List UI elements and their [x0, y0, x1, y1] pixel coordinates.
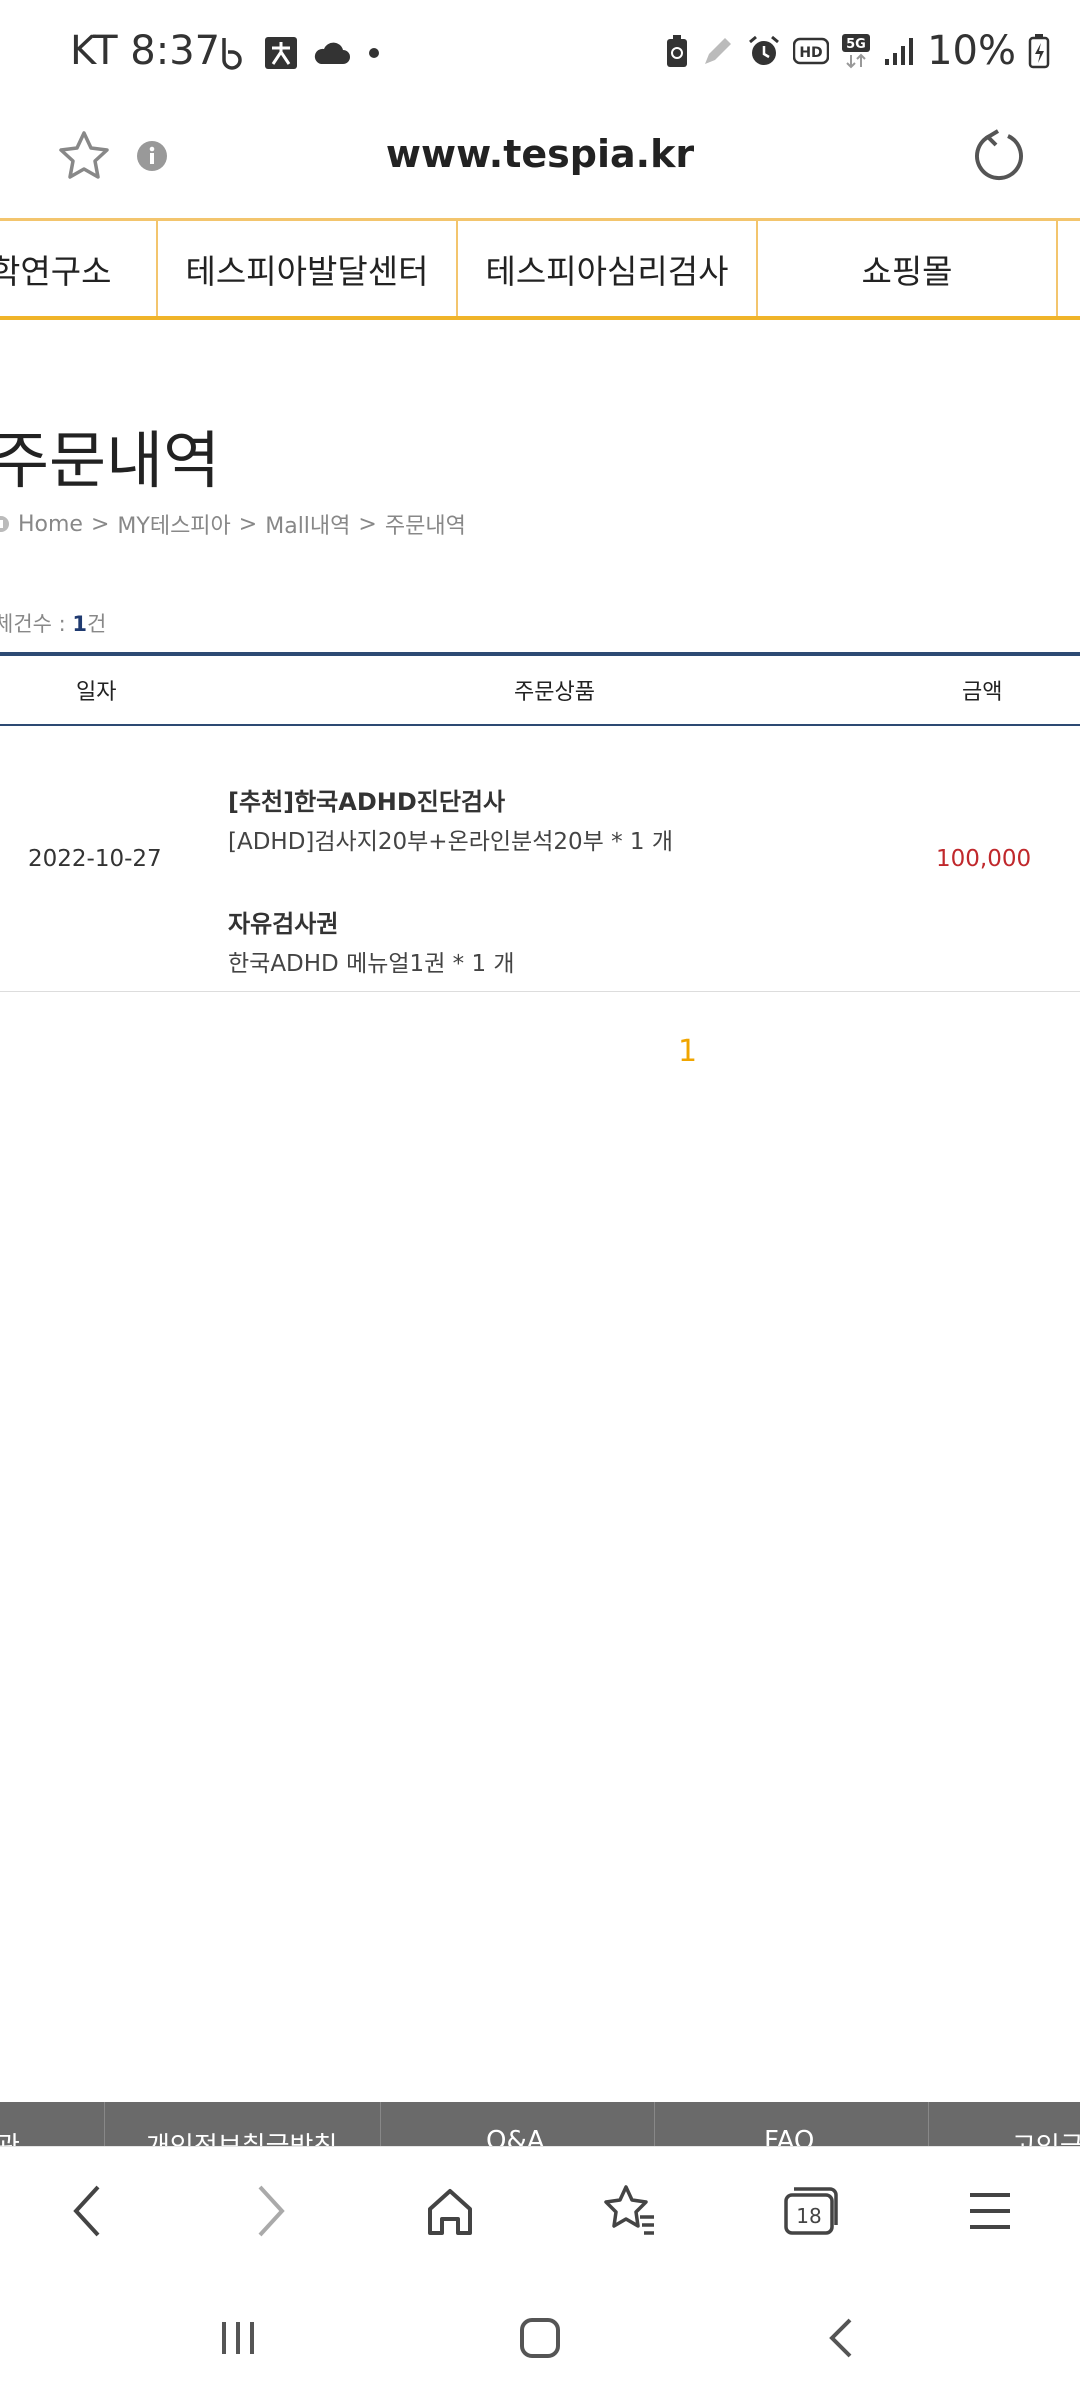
chevron-right-icon [258, 2185, 285, 2237]
table-row[interactable]: 2022-10-27 [추천]한국ADHD진단검사 [ADHD]검사지20부+온… [0, 726, 1080, 992]
chevron-right-icon: > [238, 511, 258, 537]
footer-divider [104, 2102, 105, 2146]
page-number-current[interactable]: 1 [678, 1034, 697, 1069]
pen-icon [701, 34, 735, 68]
footer-divider [654, 2102, 655, 2146]
table-header: 일자 주문상품 금액 [0, 652, 1080, 726]
footer-divider [380, 2102, 381, 2146]
total-label: 체건수 : [0, 612, 73, 636]
item-title[interactable]: 자유검사권 [228, 904, 338, 939]
nav-item-psych-test[interactable]: 테스피아심리검사 [458, 221, 758, 316]
tabs-icon: 18 [784, 2187, 838, 2235]
bookmarks-button[interactable] [570, 2146, 690, 2276]
order-date: 2022-10-27 [28, 846, 162, 872]
header-date: 일자 [76, 680, 117, 705]
footer-link[interactable]: 관 [0, 2126, 20, 2146]
breadcrumb-mall[interactable]: Mall내역 [265, 508, 350, 540]
total-number: 1 [72, 612, 88, 636]
dot-icon [364, 43, 384, 63]
bookmark-star-icon [604, 2185, 654, 2235]
item-option: 한국ADHD 메뉴얼1권 * 1 개 [228, 951, 515, 977]
chevron-left-icon [73, 2185, 100, 2237]
back-button[interactable] [28, 2146, 148, 2276]
recent-apps-button[interactable] [168, 2276, 308, 2400]
hd-icon: HD [793, 37, 830, 65]
back-chevron-icon [829, 2318, 852, 2358]
url-text[interactable]: www.tespia.kr [0, 132, 1080, 176]
home-icon [428, 2189, 472, 2235]
footer-link[interactable]: 고인금 [1012, 2126, 1080, 2146]
footer-link-qna[interactable]: Q&A [486, 2126, 545, 2146]
hamburger-menu-icon [970, 2193, 1010, 2229]
menu-button[interactable] [930, 2146, 1050, 2276]
nav-item-research[interactable]: 학연구소 [0, 221, 158, 316]
home-square-icon [520, 2318, 560, 2358]
nav-item-development-center[interactable]: 테스피아발달센터 [158, 221, 458, 316]
chevron-right-icon: > [358, 511, 377, 537]
svg-text:5G: 5G [846, 37, 866, 52]
breadcrumb-my[interactable]: MY테스피아 [117, 508, 230, 540]
tabs-button[interactable]: 18 [750, 2146, 870, 2276]
item-option: [ADHD]검사지20부+온라인분석20부 * 1 개 [228, 829, 674, 855]
battery-saver-icon [665, 34, 689, 68]
breadcrumb-orders: 주문내역 [384, 514, 466, 539]
status-right: HD 5G 10% [665, 28, 1050, 74]
total-count: 체건수 : 1건 [0, 608, 106, 638]
home-button[interactable] [390, 2146, 510, 2276]
home-nav-button[interactable] [470, 2276, 610, 2400]
breadcrumb: Home > MY테스피아 > Mall내역 > 주문내역 [0, 508, 466, 540]
alarm-icon [747, 34, 781, 68]
status-time: KT 8:37 [70, 28, 221, 74]
battery-percent: 10% [927, 28, 1016, 74]
chevron-right-icon: > [90, 511, 110, 537]
svg-text:18: 18 [796, 2204, 821, 2228]
footer-link-privacy[interactable]: 개인정보취급방침 [146, 2126, 337, 2146]
cloud-icon [312, 40, 350, 66]
home-icon [0, 515, 10, 533]
breadcrumb-home[interactable]: Home [18, 512, 83, 537]
dae-app-icon [264, 36, 298, 70]
header-product: 주문상품 [514, 680, 595, 705]
forward-button[interactable] [210, 2146, 330, 2276]
status-left-icons [218, 36, 384, 70]
recent-apps-icon [222, 2322, 254, 2354]
svg-text:HD: HD [799, 45, 822, 61]
footer-link-faq[interactable]: FAQ [764, 2126, 814, 2146]
footer-divider [928, 2102, 929, 2146]
total-unit: 건 [87, 612, 107, 636]
item-title[interactable]: [추천]한국ADHD진단검사 [228, 782, 505, 817]
order-amount: 100,000 [936, 846, 1032, 872]
signal-icon [883, 35, 915, 67]
browser-toolbar [0, 2146, 1080, 2277]
footer-links: 관 개인정보취급방침 Q&A FAQ 고인금 [0, 2102, 1080, 2146]
battery-icon [1028, 33, 1050, 69]
back-nav-button[interactable] [772, 2276, 912, 2400]
nav-item-shopping-mall[interactable]: 쇼핑몰 [758, 221, 1058, 316]
b-app-icon [218, 36, 250, 70]
page-title: 주문내역 [0, 424, 221, 497]
site-nav: 학연구소 테스피아발달센터 테스피아심리검사 쇼핑몰 [0, 218, 1080, 320]
5g-icon: 5G [841, 33, 871, 69]
status-bar: KT 8:37 HD 5G 10% [0, 0, 1080, 108]
header-amount: 금액 [962, 680, 1003, 705]
